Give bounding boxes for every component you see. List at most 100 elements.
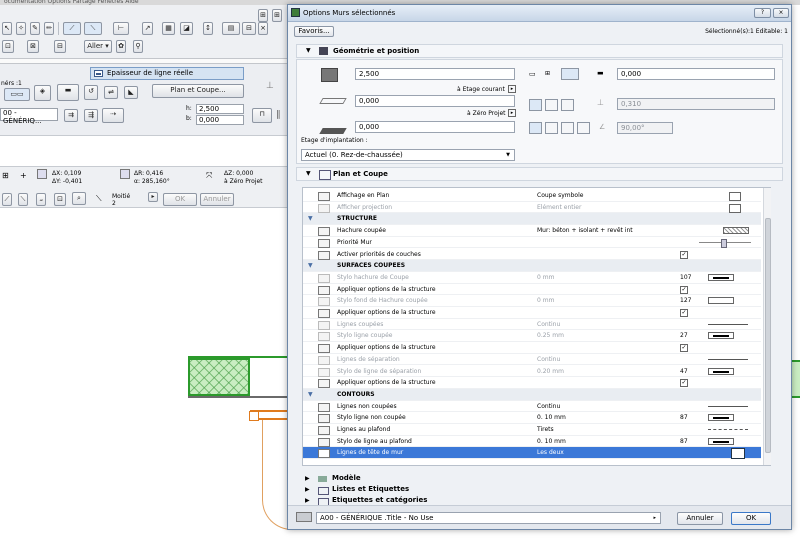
section-listes[interactable]: ▶ Listes et Etiquettes xyxy=(296,484,783,495)
table-row[interactable]: Afficher projection Elément entier xyxy=(303,202,761,214)
checkbox[interactable]: ✓ xyxy=(680,309,688,317)
elev-tool-button[interactable]: ↕ xyxy=(203,22,213,35)
help-button[interactable]: ? xyxy=(754,8,771,18)
line-type-preview[interactable] xyxy=(708,405,748,407)
table-row[interactable]: Lignes au plafond Tirets xyxy=(303,424,761,436)
rot-draw-button[interactable]: ⟓ xyxy=(36,193,46,206)
table-row[interactable]: Priorité Mur xyxy=(303,237,761,249)
table-scrollbar[interactable] xyxy=(763,188,771,465)
b-field[interactable]: 0,000 xyxy=(196,115,244,125)
line-weight-preview[interactable] xyxy=(708,437,734,445)
height-field[interactable]: 2,500 xyxy=(196,104,244,114)
geometry-method-button[interactable]: ▭▭ xyxy=(4,88,30,101)
expand-button[interactable]: ▸ xyxy=(148,192,158,202)
double-slanted-button[interactable] xyxy=(561,122,574,134)
row-value[interactable]: 0 mm xyxy=(537,272,554,283)
ref-line-edit-button[interactable] xyxy=(561,68,579,80)
coords-cancel-button[interactable]: Annuler xyxy=(200,193,234,206)
collapse-arrow-icon[interactable]: ▼ xyxy=(308,260,313,271)
table-row[interactable]: Activer priorités de couches ✓ xyxy=(303,249,761,261)
table-row[interactable]: Stylo fond de Hachure coupée 0 mm 127 xyxy=(303,295,761,307)
slanted-wall-button[interactable] xyxy=(545,122,558,134)
layout-tool-button[interactable]: ▦ xyxy=(162,22,175,35)
ref-line-icon[interactable]: ▭ xyxy=(529,70,536,78)
table-group-row[interactable]: ▼ CONTOURS xyxy=(303,388,761,401)
table-group-row[interactable]: ▼ STRUCTURE xyxy=(303,213,761,226)
angle-field[interactable]: 90,00° xyxy=(617,122,673,134)
geometry-section-header[interactable]: ▼ Géométrie et position xyxy=(296,44,783,58)
layers-tool-button[interactable]: ⊞ xyxy=(258,9,268,22)
vertical-wall-button[interactable] xyxy=(529,122,542,134)
display-mode-icon[interactable] xyxy=(729,192,741,201)
polygon-wall-button[interactable] xyxy=(561,99,574,111)
arrow-tool-button[interactable]: ↗ xyxy=(142,22,153,35)
profile-wall-button[interactable] xyxy=(577,122,590,134)
section-modele[interactable]: ▶ Modèle xyxy=(296,473,783,484)
bottom-elevation-field[interactable]: 0,000 xyxy=(355,121,515,133)
close-tool-button[interactable]: ⨯ xyxy=(258,22,268,35)
nav-icon-button[interactable]: ✿ xyxy=(116,40,126,53)
table-row[interactable]: Hachure coupée Mur: béton + isolant + rev… xyxy=(303,225,761,237)
pen-button[interactable]: ⇢ xyxy=(102,108,124,123)
table-row[interactable]: Stylo ligne coupée 0.25 mm 27 xyxy=(303,330,761,343)
wall-head-lines-button[interactable] xyxy=(731,448,745,460)
align-tool-button[interactable]: ⊢ xyxy=(113,22,129,35)
table-row[interactable]: Stylo ligne non coupée 0. 10 mm 87 xyxy=(303,412,761,424)
zero-projet-arrow-icon[interactable]: ▸ xyxy=(508,109,516,117)
rect-draw-button[interactable]: ⟍ xyxy=(18,193,28,206)
straight-wall-button[interactable] xyxy=(529,99,542,111)
structure-button[interactable]: ⇶ xyxy=(84,109,98,122)
row-value[interactable]: Continu xyxy=(537,319,560,330)
row-value[interactable]: Continu xyxy=(537,354,560,365)
layer-select[interactable]: A00 - GÉNÉRIQUE .Title - No Use ▸ xyxy=(316,512,661,524)
dashed-line-preview[interactable] xyxy=(708,429,748,430)
zoom-box-button[interactable]: ⊡ xyxy=(2,40,14,53)
wall-style-button[interactable]: ◈ xyxy=(34,85,51,101)
table-row[interactable]: Appliquer options de la structure ✓ xyxy=(303,307,761,319)
wall-type-button[interactable]: ▬ xyxy=(57,84,79,101)
table-row[interactable]: Lignes non coupées Continu xyxy=(303,401,761,413)
collapse-arrow-icon[interactable]: ▼ xyxy=(308,213,313,224)
ref-line-alt-icon[interactable]: ⊞ xyxy=(545,70,550,77)
selection-handle[interactable] xyxy=(249,411,259,421)
pencil-tool-button[interactable]: ✏ xyxy=(44,22,54,35)
etage-courant-arrow-icon[interactable]: ▸ xyxy=(508,85,516,93)
offset-field[interactable]: 0,310 xyxy=(617,98,775,110)
checkbox[interactable]: ✓ xyxy=(680,379,688,388)
table-row[interactable]: Appliquer options de la structure ✓ xyxy=(303,284,761,296)
line-weight-preview[interactable] xyxy=(708,414,734,422)
hatch-preview[interactable] xyxy=(723,227,749,235)
flip-button[interactable]: ◣ xyxy=(124,86,138,99)
table-row[interactable]: Lignes coupées Continu xyxy=(303,319,761,331)
aller-button[interactable]: Aller ▾ xyxy=(84,40,112,53)
row-value[interactable]: Continu xyxy=(537,401,560,412)
scroll-thumb[interactable] xyxy=(765,218,771,453)
row-value[interactable]: 0. 10 mm xyxy=(537,436,566,447)
coords-ok-button[interactable]: OK xyxy=(163,193,197,206)
row-value[interactable]: Mur: béton + isolant + revêt int xyxy=(537,225,633,236)
grid2-tool-button[interactable]: ⊞ xyxy=(272,9,282,22)
snap-tool-button[interactable]: ⟍ xyxy=(84,22,102,35)
display-mode-icon[interactable] xyxy=(729,203,741,213)
table-row[interactable]: Stylo de ligne au plafond 0. 10 mm 87 xyxy=(303,436,761,448)
pointer-tool-button[interactable]: ↖ xyxy=(2,22,12,35)
ok-button[interactable]: OK xyxy=(731,512,771,525)
wall-height-field[interactable]: 2,500 xyxy=(355,68,515,80)
walk-icon-button[interactable]: ⚲ xyxy=(133,40,143,53)
trapezoid-wall-button[interactable] xyxy=(545,99,558,111)
line-type-preview[interactable] xyxy=(708,358,748,360)
pen-color-preview[interactable] xyxy=(708,297,734,305)
table-group-row[interactable]: ▼ SURFACES COUPEES xyxy=(303,260,761,272)
table-row[interactable]: Stylo hachure de Coupe 0 mm 107 xyxy=(303,272,761,284)
zoom-out-button[interactable]: ⊟ xyxy=(54,40,66,53)
layer-pick-button[interactable]: ⇉ xyxy=(64,109,78,122)
favoris-button[interactable]: Favoris... xyxy=(294,26,334,37)
table-row[interactable]: Stylo de ligne de séparation 0.20 mm 47 xyxy=(303,366,761,378)
row-value[interactable]: 0 mm xyxy=(537,295,554,306)
table-row[interactable]: Lignes de séparation Continu xyxy=(303,354,761,366)
thickness-field[interactable]: 0,000 xyxy=(617,68,775,80)
row-value[interactable]: Tirets xyxy=(537,424,554,435)
table-row[interactable]: Appliquer options de la structure ✓ xyxy=(303,377,761,389)
checkbox[interactable]: ✓ xyxy=(680,250,688,259)
layer-select[interactable]: 00 - GÉNÉRIQ... xyxy=(0,108,58,125)
